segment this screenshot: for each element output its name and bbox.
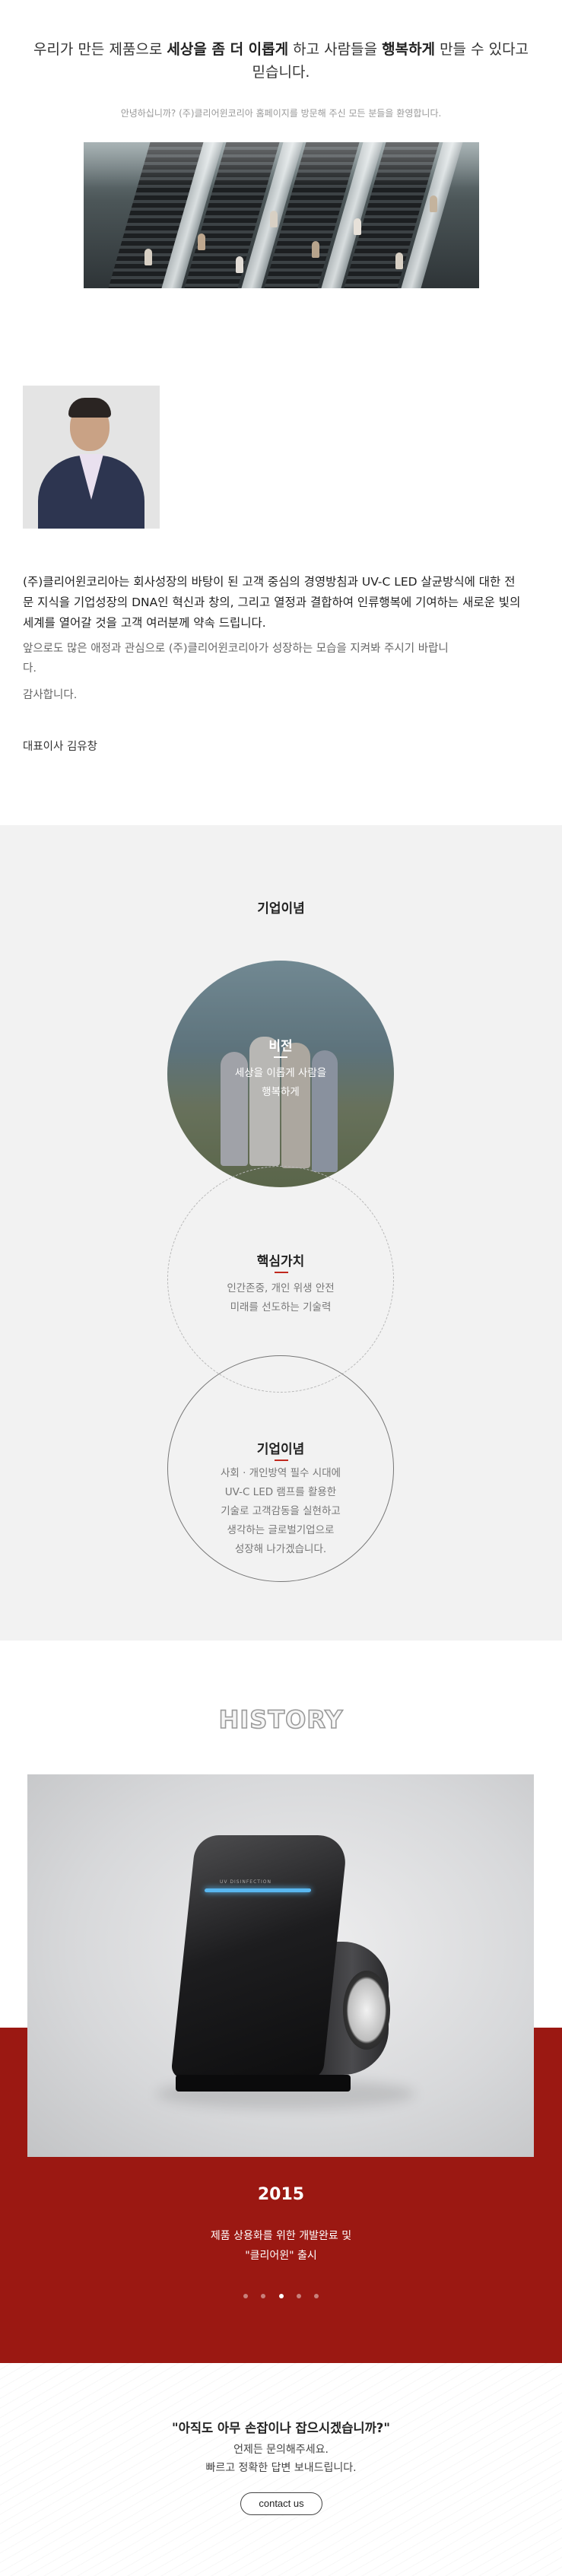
led-strip (204, 1888, 312, 1892)
ceo-photo (23, 386, 160, 529)
headline-emphasis: 행복하게 (382, 41, 436, 58)
greeting-headline: 우리가 만든 제품으로 세상을 좀 더 이롭게 하고 사람들을 행복하게 만들 … (30, 38, 532, 84)
philosophy-desc: 사회 · 개인방역 필수 시대에 UV-C LED 램프를 활용한 기술로 고객… (168, 1464, 393, 1559)
desc-line: 성장해 나가겠습니다. (234, 1543, 327, 1555)
slide-dot-3[interactable] (278, 2294, 284, 2298)
desc-line: 생각하는 글로벌기업으로 (227, 1524, 335, 1536)
thanks-text: 감사합니다. (23, 689, 78, 701)
welcome-text: 안녕하십니까? (주)클리어윈코리아 홈페이지를 방문해 주신 모든 분들을 환… (120, 108, 442, 119)
desc-line: 기술로 고객감동을 실현하고 (221, 1505, 341, 1517)
vision-title: 비전 (268, 1039, 293, 1054)
support-text: 앞으로도 많은 애정과 관심으로 (주)클리어윈코리아가 성장하는 모습을 지켜… (23, 643, 449, 675)
contact-desc: 언제든 문의해주세요. 빠르고 정확한 답변 보내드립니다. (0, 2441, 562, 2477)
history-year: 2015 (257, 2185, 305, 2204)
history-section: HISTORY UV DISINFECTION 2015 제품 상용화를 위한 … (0, 1641, 562, 2363)
uv-device-illustration: UV DISINFECTION (170, 1835, 390, 2092)
desc-line: 미래를 선도하는 기술력 (230, 1301, 332, 1313)
history-desc: 제품 상용화를 위한 개발완료 및 "클리어윈" 출시 (0, 2226, 562, 2266)
desc-line: 언제든 문의해주세요. (233, 2444, 329, 2456)
desc-line: 제품 상용화를 위한 개발완료 및 (210, 2230, 352, 2242)
product-image: UV DISINFECTION (27, 1774, 534, 2157)
philosophy-circle: 기업이념 사회 · 개인방역 필수 시대에 UV-C LED 램프를 활용한 기… (167, 1355, 394, 1582)
desc-line: 사회 · 개인방역 필수 시대에 (220, 1467, 341, 1479)
slider-pagination (0, 2287, 562, 2301)
contact-title: "아직도 아무 손잡이나 잡으시겠습니까?" (172, 2421, 390, 2435)
slide-dot-2[interactable] (261, 2294, 266, 2298)
contact-section: "아직도 아무 손잡이나 잡으시겠습니까?" 언제든 문의해주세요. 빠르고 정… (0, 2363, 562, 2576)
core-values-desc: 인간존중, 개인 위생 안전 미래를 선도하는 기술력 (168, 1279, 393, 1317)
desc-line: 행복하게 (262, 1086, 300, 1098)
ceo-signature: 대표이사 김유창 (23, 741, 97, 753)
greeting-section: 우리가 만든 제품으로 세상을 좀 더 이롭게 하고 사람들을 행복하게 만들 … (0, 0, 562, 825)
headline-emphasis: 세상을 좀 더 이롭게 (167, 41, 289, 58)
philosophy-section: 기업이념 비전 세상을 이롭게 사람을 행복하게 핵심가치 인간존중, 개인 위… (0, 825, 562, 1641)
headline-text: 하고 사람들을 (288, 41, 383, 58)
headline-text: 우리가 만든 제품으로 (33, 41, 167, 58)
philosophy-item-title: 기업이념 (256, 1442, 305, 1457)
desc-line: "클리어윈" 출시 (245, 2250, 317, 2262)
device-label: UV DISINFECTION (220, 1879, 271, 1885)
desc-line: 세상을 이롭게 사람을 (234, 1067, 327, 1079)
slide-dot-1[interactable] (243, 2294, 249, 2298)
history-title: HISTORY (218, 1704, 344, 1735)
philosophy-title: 기업이념 (257, 901, 305, 916)
contact-us-button[interactable]: contact us (240, 2492, 322, 2515)
desc-line: 빠르고 정확한 답변 보내드립니다. (205, 2462, 357, 2474)
philosophy-divider (275, 1460, 288, 1461)
escalator-photo (83, 142, 479, 288)
desc-line: 인간존중, 개인 위생 안전 (227, 1282, 335, 1294)
core-values-divider (275, 1272, 288, 1273)
desc-line: UV-C LED 램프를 활용한 (224, 1486, 337, 1498)
slide-dot-4[interactable] (296, 2294, 301, 2298)
core-values-title: 핵심가치 (256, 1254, 305, 1269)
vision-divider (274, 1056, 287, 1058)
slide-dot-5[interactable] (313, 2294, 319, 2298)
company-intro: (주)클리어윈코리아는 회사성장의 바탕이 된 고객 중심의 경영방침과 UV-… (23, 575, 521, 630)
vision-desc: 세상을 이롭게 사람을 행복하게 (167, 1064, 394, 1102)
vision-circle: 비전 세상을 이롭게 사람을 행복하게 (167, 961, 394, 1187)
